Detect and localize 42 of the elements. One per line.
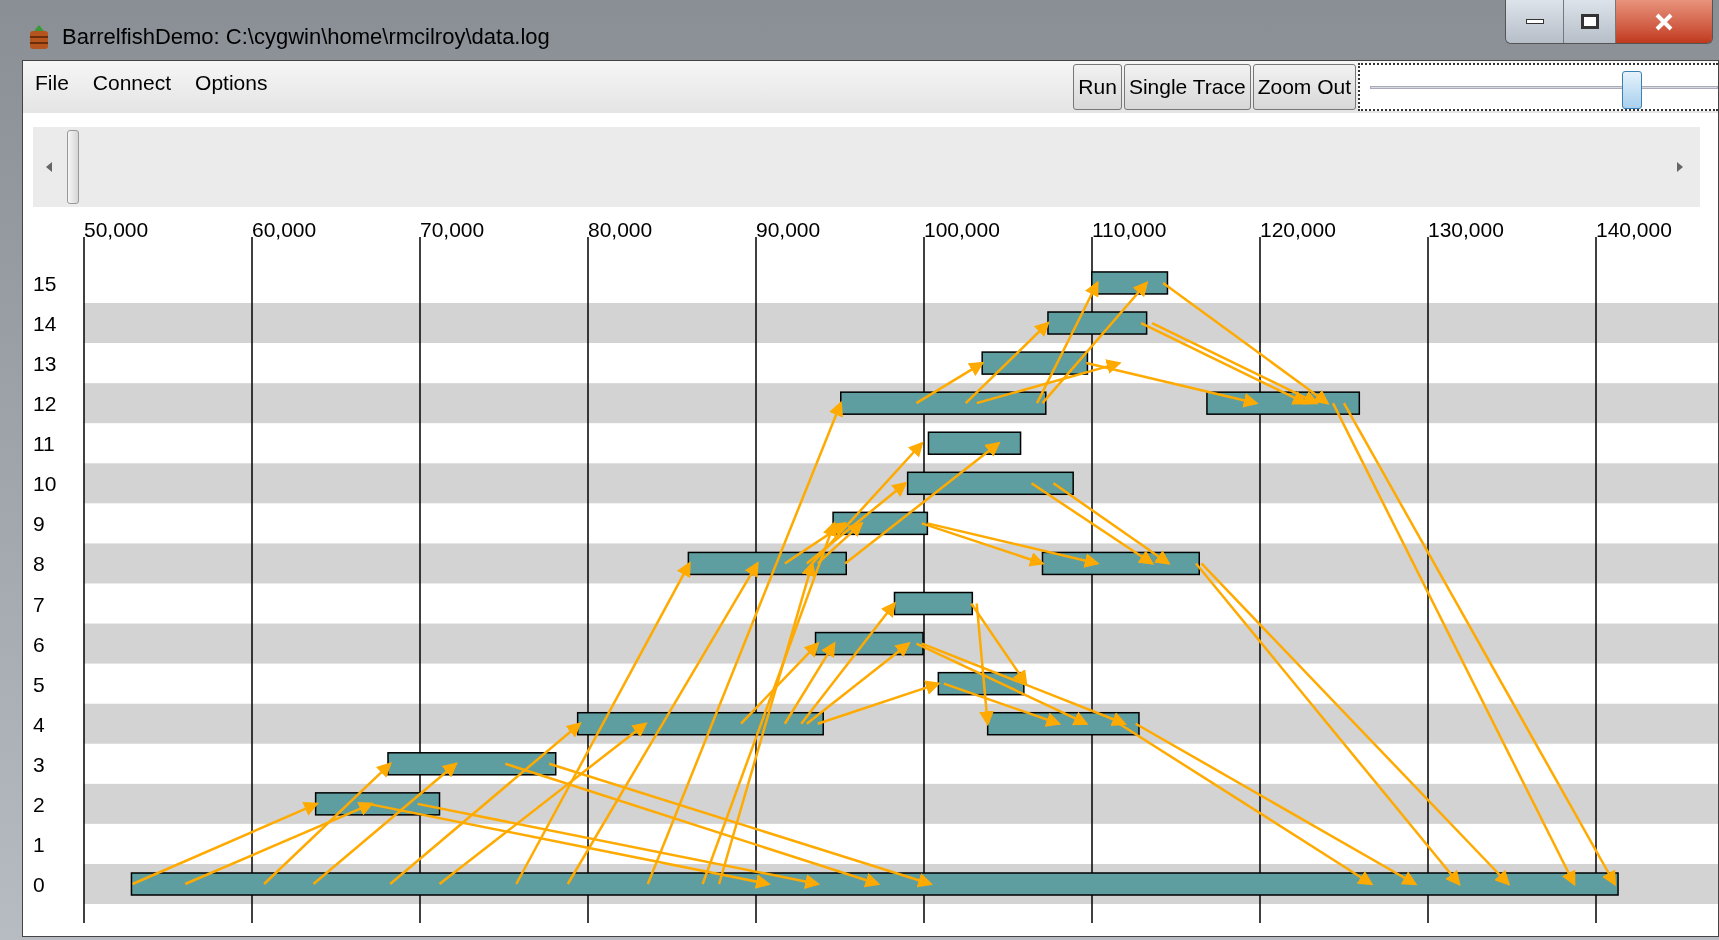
lane-label: 9 bbox=[33, 512, 45, 536]
tick-label: 70,000 bbox=[420, 218, 485, 241]
slider-thumb[interactable] bbox=[1622, 71, 1643, 109]
lane-label: 11 bbox=[33, 432, 55, 456]
lane-label: 13 bbox=[33, 352, 57, 376]
maximize-button[interactable] bbox=[1564, 0, 1616, 43]
lane-label: 2 bbox=[33, 792, 45, 816]
tick-label: 110,000 bbox=[1092, 218, 1167, 241]
toolbar-button[interactable]: Run bbox=[1073, 64, 1122, 110]
lane-label: 12 bbox=[33, 392, 57, 416]
lane-label: 7 bbox=[33, 592, 45, 616]
menu-item[interactable]: Connect bbox=[84, 65, 180, 101]
toolbar-button[interactable]: Zoom Out bbox=[1252, 64, 1356, 110]
tick-label: 60,000 bbox=[252, 218, 317, 241]
lane-label: 10 bbox=[33, 472, 57, 496]
tick-label: 120,000 bbox=[1260, 218, 1336, 241]
lane-label: 3 bbox=[33, 752, 45, 776]
lane-label: 4 bbox=[33, 712, 45, 736]
tick-label: 50,000 bbox=[84, 218, 149, 241]
horizontal-scrollbar[interactable] bbox=[33, 127, 1700, 207]
lane-label: 14 bbox=[33, 312, 57, 335]
scroll-left-icon[interactable] bbox=[45, 161, 53, 173]
lane-label: 1 bbox=[33, 832, 45, 856]
scrollbar-thumb[interactable] bbox=[67, 130, 79, 204]
tick-label: 80,000 bbox=[588, 218, 653, 241]
menu-item[interactable]: Options bbox=[187, 65, 276, 101]
tick-label: 130,000 bbox=[1428, 218, 1504, 241]
tick-label: 90,000 bbox=[756, 218, 821, 241]
lane-label: 8 bbox=[33, 552, 45, 576]
toolbar-button[interactable]: Single Trace bbox=[1123, 64, 1251, 110]
window-title: BarrelfishDemo: C:\cygwin\home\rmcilroy\data.log bbox=[62, 23, 550, 51]
zoom-slider[interactable] bbox=[1358, 63, 1718, 111]
scroll-right-icon[interactable] bbox=[1676, 161, 1684, 173]
close-icon bbox=[1654, 12, 1674, 31]
tick-label: 140,000 bbox=[1596, 218, 1672, 241]
menu-item[interactable]: File bbox=[27, 65, 77, 101]
lane-label: 5 bbox=[33, 672, 45, 696]
lane-label: 6 bbox=[33, 632, 45, 656]
lane-label: 15 bbox=[33, 271, 57, 295]
close-button[interactable] bbox=[1616, 0, 1712, 43]
tick-label: 100,000 bbox=[924, 218, 1000, 241]
lane-label: 0 bbox=[33, 873, 45, 896]
